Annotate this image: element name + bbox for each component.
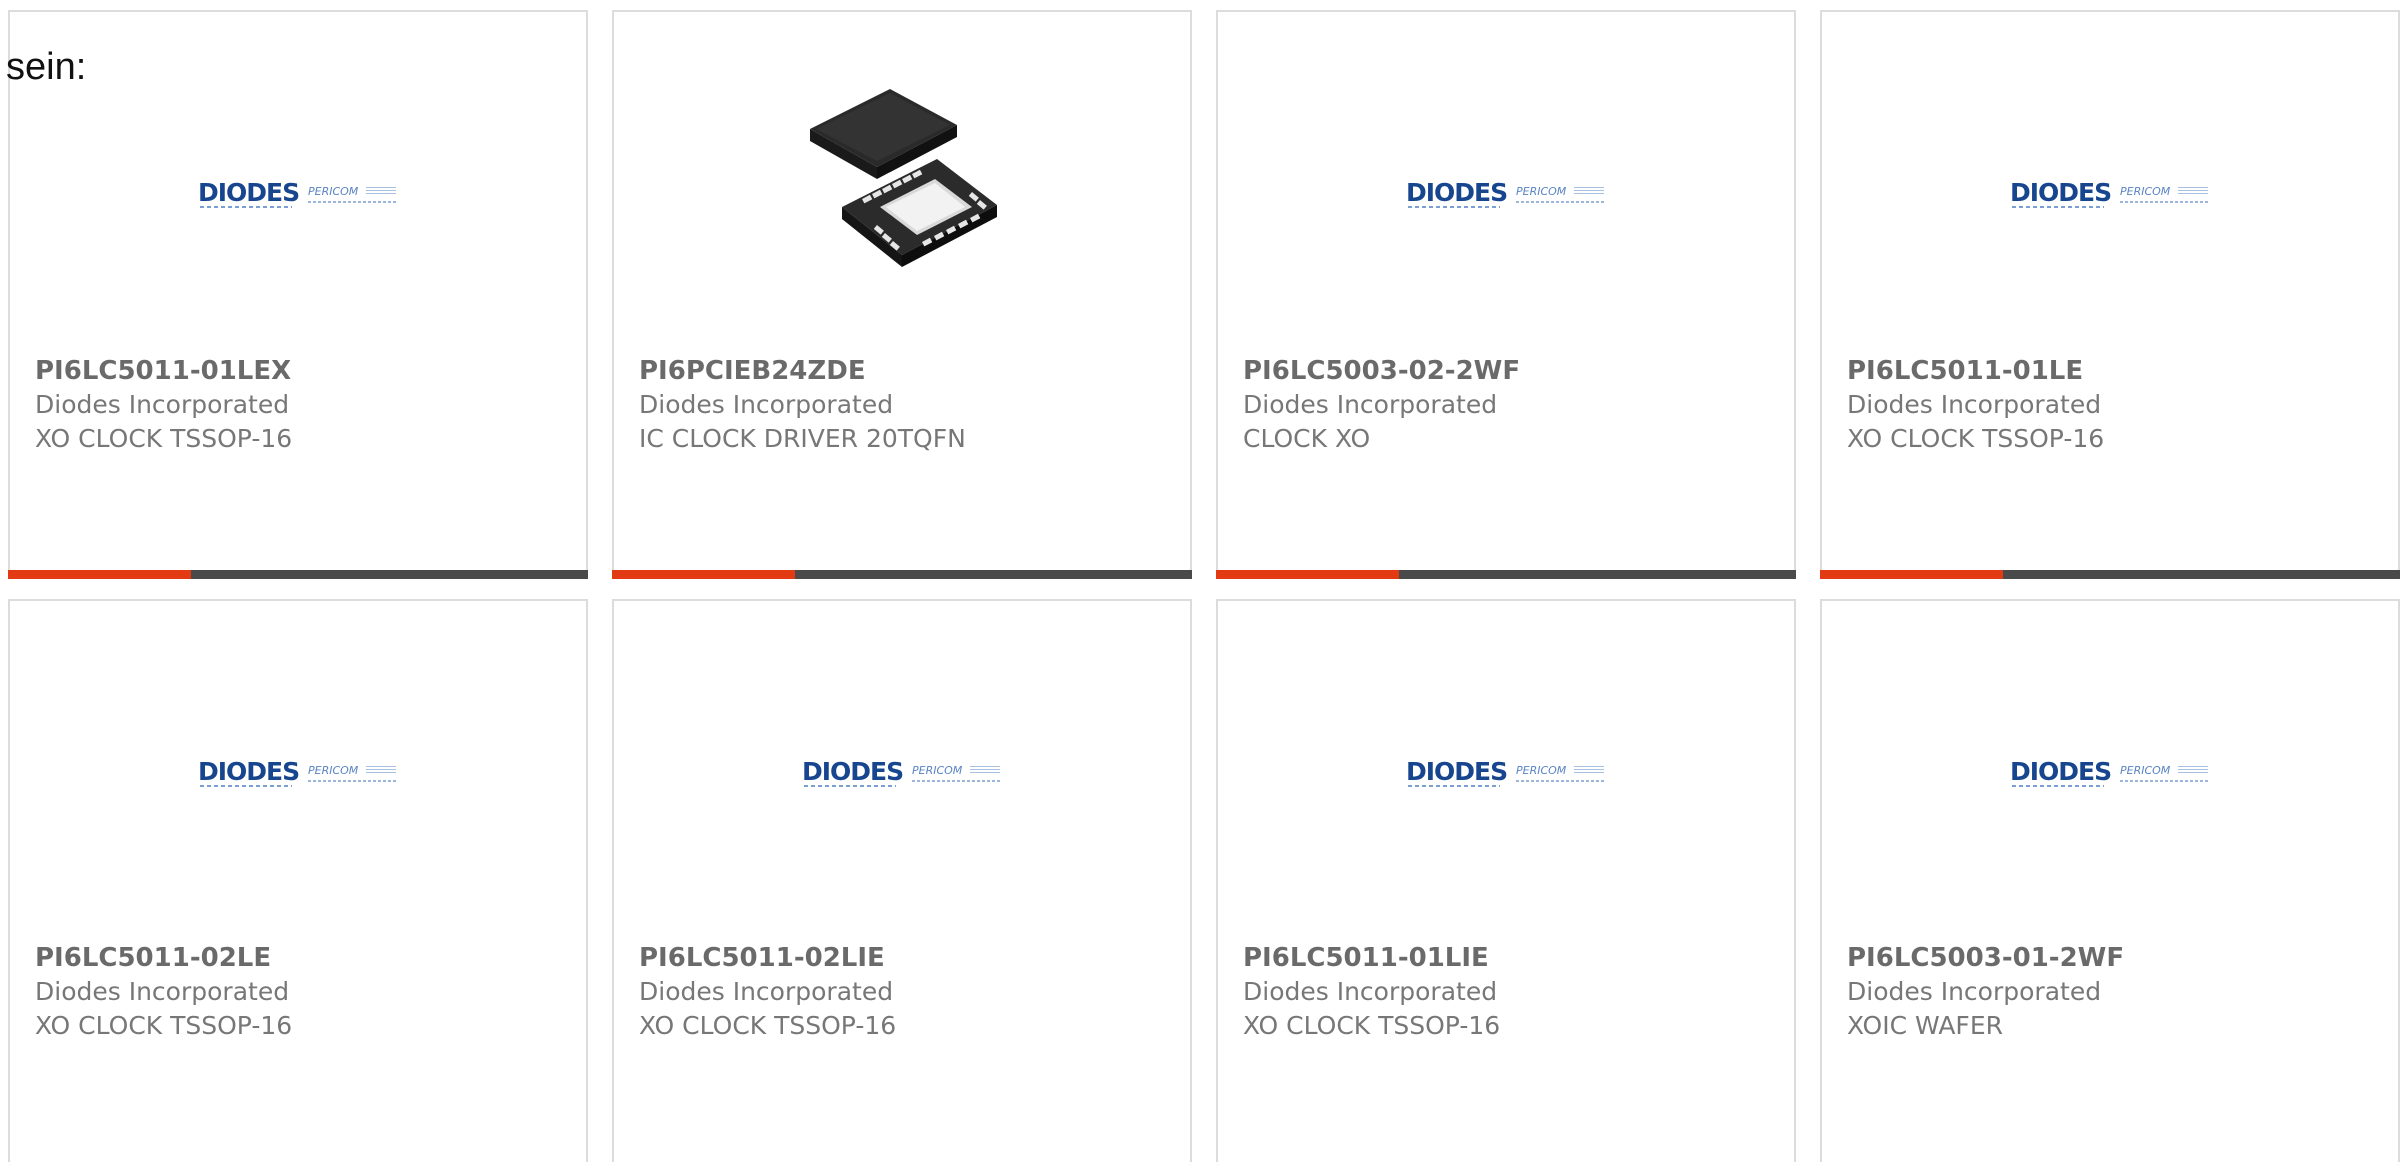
product-image: DIODES PERICOM: [1218, 601, 1794, 941]
diodes-logo-text: DIODES: [1406, 757, 1508, 786]
diodes-pericom-logo: DIODES PERICOM: [198, 759, 398, 789]
pericom-logo-text: PERICOM: [912, 764, 963, 777]
logo-tagline-line: [2120, 201, 2210, 203]
product-card[interactable]: DIODES PERICOM PI6LC5011-01LE Diodes Inc…: [1820, 10, 2400, 579]
diodes-pericom-logo: DIODES PERICOM: [802, 759, 1002, 789]
logo-stripes: [2178, 766, 2208, 774]
logo-tagline-line: [308, 780, 398, 782]
manufacturer: Diodes Incorporated: [1847, 977, 2102, 1006]
intro-text: sein:: [6, 46, 87, 88]
product-card[interactable]: DIODES PERICOM PI6LC5003-02-2WF Diodes I…: [1216, 10, 1796, 579]
part-number[interactable]: PI6LC5011-02LIE: [639, 941, 1180, 975]
logo-underline: [1408, 206, 1500, 208]
product-image: DIODES PERICOM: [1822, 601, 2398, 941]
diodes-logo-text: DIODES: [802, 757, 904, 786]
product-description: XO CLOCK TSSOP-16: [35, 1011, 293, 1040]
logo-stripes: [970, 766, 1000, 774]
logo-underline: [804, 785, 896, 787]
logo-tagline-line: [2120, 780, 2210, 782]
logo-underline: [2012, 206, 2104, 208]
product-description: XOIC WAFER: [1847, 1011, 2003, 1040]
product-description: XO CLOCK TSSOP-16: [35, 424, 293, 453]
logo-tagline-line: [1516, 780, 1606, 782]
product-description: CLOCK XO: [1243, 424, 1371, 453]
logo-tagline-line: [308, 201, 398, 203]
diodes-logo-text: DIODES: [198, 178, 300, 207]
diodes-pericom-logo: DIODES PERICOM: [198, 180, 398, 210]
product-image: DIODES PERICOM: [10, 601, 586, 941]
card-accent-bar: [1216, 570, 1796, 579]
product-grid-page: sein: DIODES PERICOM PI6LC5011-01LEX Dio…: [0, 0, 2400, 1162]
manufacturer: Diodes Incorporated: [639, 390, 894, 419]
product-card[interactable]: DIODES PERICOM PI6LC5011-02LE Diodes Inc…: [8, 599, 588, 1162]
manufacturer: Diodes Incorporated: [1243, 977, 1498, 1006]
part-number[interactable]: PI6LC5003-02-2WF: [1243, 354, 1784, 388]
logo-stripes: [1574, 766, 1604, 774]
manufacturer: Diodes Incorporated: [639, 977, 894, 1006]
product-description: XO CLOCK TSSOP-16: [639, 1011, 897, 1040]
product-image: [614, 12, 1190, 352]
product-description: IC CLOCK DRIVER 20TQFN: [639, 424, 966, 453]
part-number[interactable]: PI6LC5011-01LIE: [1243, 941, 1784, 975]
manufacturer: Diodes Incorporated: [35, 977, 290, 1006]
part-number[interactable]: PI6PCIEB24ZDE: [639, 354, 1180, 388]
card-accent-bar: [1820, 570, 2400, 579]
product-image: DIODES PERICOM: [10, 12, 586, 352]
manufacturer: Diodes Incorporated: [35, 390, 290, 419]
product-image: DIODES PERICOM: [1822, 12, 2398, 352]
diodes-pericom-logo: DIODES PERICOM: [2010, 180, 2210, 210]
card-accent-bar: [8, 570, 588, 579]
logo-underline: [2012, 785, 2104, 787]
logo-underline: [200, 785, 292, 787]
diodes-pericom-logo: DIODES PERICOM: [1406, 759, 1606, 789]
diodes-logo-text: DIODES: [2010, 178, 2112, 207]
manufacturer: Diodes Incorporated: [1847, 390, 2102, 419]
product-image: DIODES PERICOM: [1218, 12, 1794, 352]
part-number[interactable]: PI6LC5011-02LE: [35, 941, 576, 975]
manufacturer: Diodes Incorporated: [1243, 390, 1498, 419]
qfn-chip-icon: [810, 89, 997, 267]
pericom-logo-text: PERICOM: [308, 185, 359, 198]
logo-tagline-line: [1516, 201, 1606, 203]
product-card[interactable]: DIODES PERICOM PI6LC5011-02LIE Diodes In…: [612, 599, 1192, 1162]
card-accent-bar: [612, 570, 1192, 579]
diodes-logo-text: DIODES: [2010, 757, 2112, 786]
product-card[interactable]: DIODES PERICOM PI6LC5011-01LEX Diodes In…: [8, 10, 588, 579]
diodes-pericom-logo: DIODES PERICOM: [2010, 759, 2210, 789]
product-card[interactable]: DIODES PERICOM PI6LC5003-01-2WF Diodes I…: [1820, 599, 2400, 1162]
logo-tagline-line: [912, 780, 1002, 782]
product-card[interactable]: PI6PCIEB24ZDE Diodes Incorporated IC CLO…: [612, 10, 1192, 579]
pericom-logo-text: PERICOM: [308, 764, 359, 777]
pericom-logo-text: PERICOM: [2120, 185, 2171, 198]
part-number[interactable]: PI6LC5011-01LEX: [35, 354, 576, 388]
pericom-logo-text: PERICOM: [1516, 764, 1567, 777]
logo-stripes: [366, 766, 396, 774]
logo-stripes: [366, 187, 396, 195]
part-number[interactable]: PI6LC5003-01-2WF: [1847, 941, 2388, 975]
pericom-logo-text: PERICOM: [1516, 185, 1567, 198]
product-card[interactable]: DIODES PERICOM PI6LC5011-01LIE Diodes In…: [1216, 599, 1796, 1162]
logo-underline: [200, 206, 292, 208]
logo-stripes: [2178, 187, 2208, 195]
logo-underline: [1408, 785, 1500, 787]
product-description: XO CLOCK TSSOP-16: [1243, 1011, 1501, 1040]
product-image: DIODES PERICOM: [614, 601, 1190, 941]
diodes-pericom-logo: DIODES PERICOM: [1406, 180, 1606, 210]
part-number[interactable]: PI6LC5011-01LE: [1847, 354, 2388, 388]
pericom-logo-text: PERICOM: [2120, 764, 2171, 777]
product-description: XO CLOCK TSSOP-16: [1847, 424, 2105, 453]
diodes-logo-text: DIODES: [198, 757, 300, 786]
diodes-logo-text: DIODES: [1406, 178, 1508, 207]
logo-stripes: [1574, 187, 1604, 195]
